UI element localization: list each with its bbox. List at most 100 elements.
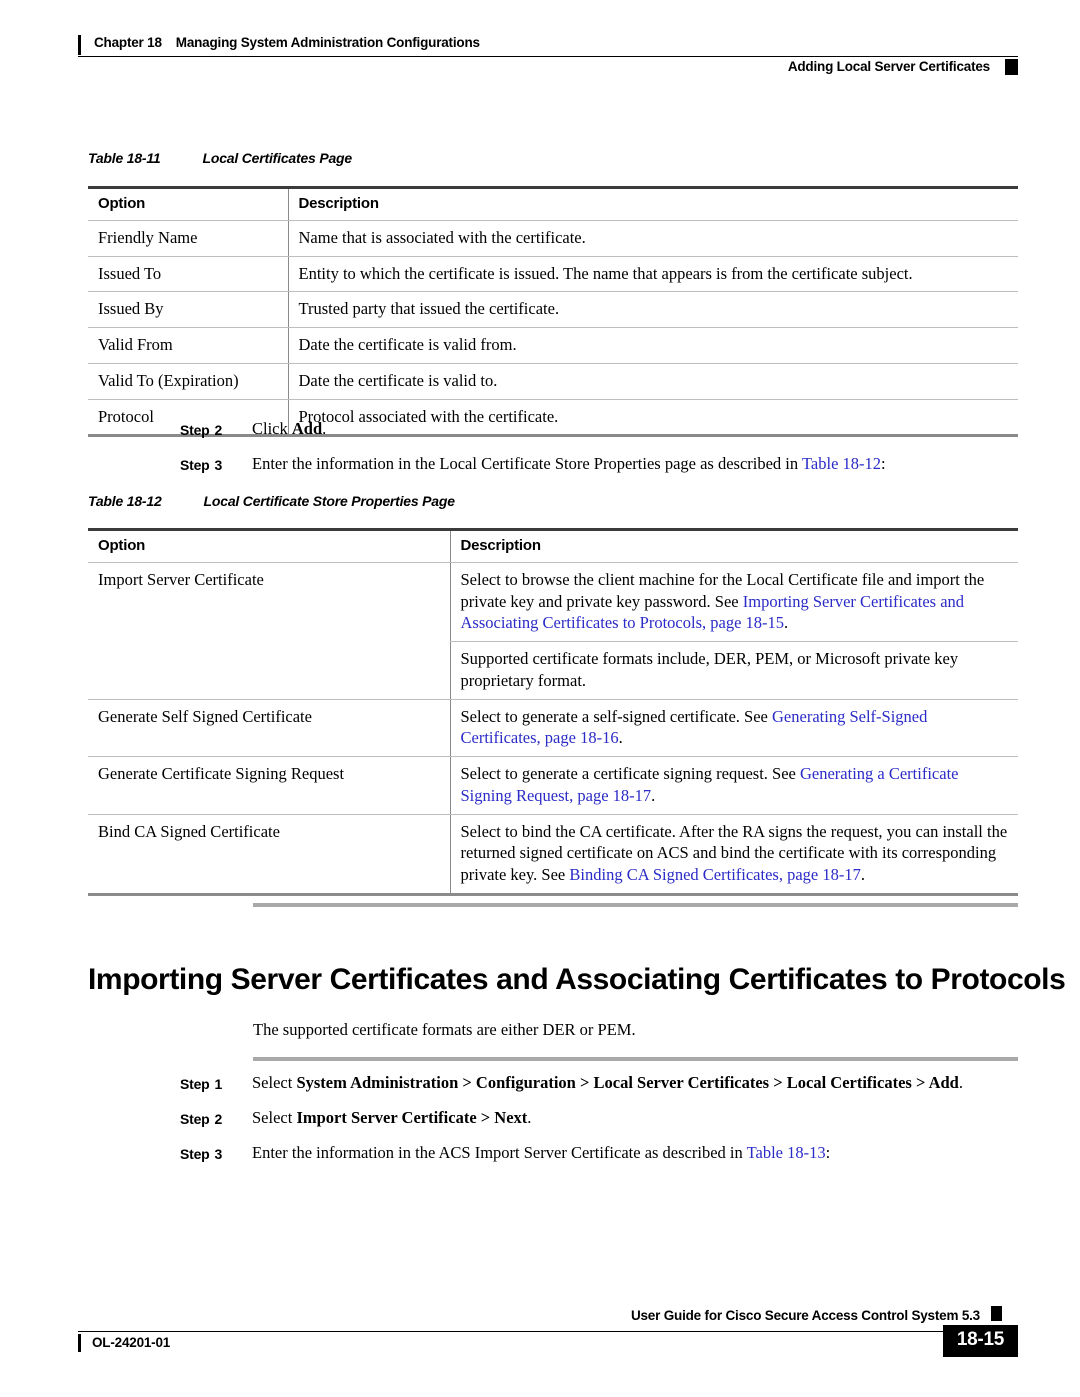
document-page: Chapter 18 Managing System Administration… bbox=[0, 0, 1080, 1397]
cell-description: Date the certificate is valid from. bbox=[287, 327, 1018, 364]
cell-description: Select to generate a certificate signing… bbox=[449, 756, 1018, 815]
cell-text-tail: . bbox=[784, 613, 789, 633]
column-header-option: Option bbox=[88, 186, 288, 221]
cell-option: Generate Certificate Signing Request bbox=[88, 756, 450, 815]
footer-marker-square bbox=[991, 1306, 1002, 1321]
cell-option: Friendly Name bbox=[88, 220, 288, 257]
step-text: Select System Administration > Configura… bbox=[252, 1072, 1018, 1094]
cross-reference-link-table-18-12[interactable]: Table 18-12 bbox=[802, 454, 881, 473]
table-row: Generate Self Signed Certificate Select … bbox=[88, 699, 1018, 758]
step-label: Step 1 bbox=[180, 1072, 252, 1094]
step-number: 2 bbox=[214, 422, 223, 438]
cell-description: Select to browse the client machine for … bbox=[449, 562, 1018, 643]
table-row: Generate Certificate Signing Request Sel… bbox=[88, 756, 1018, 815]
cell-option: Bind CA Signed Certificate bbox=[88, 814, 450, 896]
table-row: Issued To Entity to which the certificat… bbox=[88, 256, 1018, 293]
table-row: Supported certificate formats include, D… bbox=[88, 641, 1018, 700]
step-number: 3 bbox=[214, 456, 223, 473]
cross-reference-link-table-18-13[interactable]: Table 18-13 bbox=[747, 1143, 826, 1162]
step-word: Step bbox=[180, 422, 210, 438]
table-row: Issued By Trusted party that issued the … bbox=[88, 291, 1018, 329]
step-text-before: Enter the information in the ACS Import … bbox=[252, 1142, 747, 1162]
step-row: Step 3 Enter the information in the Local… bbox=[180, 453, 1018, 475]
cell-text-tail: . bbox=[860, 865, 865, 885]
column-header-option: Option bbox=[88, 528, 450, 563]
table-row: Bind CA Signed Certificate Select to bin… bbox=[88, 814, 1018, 896]
cell-description: Date the certificate is valid to. bbox=[287, 363, 1018, 400]
step-text: Click Add. bbox=[252, 418, 1018, 440]
header-rule bbox=[78, 56, 1018, 57]
table-row: Valid To (Expiration) Date the certifica… bbox=[88, 363, 1018, 400]
cell-option: Issued To bbox=[88, 256, 288, 293]
steps-block-bottom: Step 1 Select System Administration > Con… bbox=[180, 1072, 1018, 1177]
cell-text: Select to generate a self-signed certifi… bbox=[460, 706, 773, 726]
step-number: 1 bbox=[214, 1076, 223, 1092]
cell-description: Select to generate a self-signed certifi… bbox=[449, 699, 1018, 758]
step-text: Enter the information in the ACS Import … bbox=[252, 1142, 1018, 1164]
step-text-before: Select bbox=[252, 1107, 297, 1127]
table-header-row: Option Description bbox=[88, 528, 1018, 563]
cell-text-tail: . bbox=[651, 785, 656, 805]
header-marker-square bbox=[1005, 59, 1018, 75]
step-row: Step 1 Select System Administration > Con… bbox=[180, 1072, 1018, 1094]
table-header-row: Option Description bbox=[88, 186, 1018, 221]
cell-description: Select to bind the CA certificate. After… bbox=[449, 814, 1018, 896]
table-18-12-caption-title: Local Certificate Store Properties Page bbox=[203, 493, 455, 509]
step-text-before: Click bbox=[252, 419, 292, 438]
table-row: Import Server Certificate Select to brow… bbox=[88, 562, 1018, 643]
step-text-bold: Add bbox=[291, 419, 323, 438]
section-divider-rule bbox=[253, 903, 1018, 907]
step-label: Step 3 bbox=[180, 453, 252, 475]
step-text-before: Select bbox=[252, 1073, 297, 1092]
step-row: Step 2 Click Add. bbox=[180, 418, 1018, 440]
step-label: Step 3 bbox=[180, 1142, 252, 1164]
step-word: Step bbox=[180, 1145, 210, 1162]
column-header-description: Description bbox=[449, 528, 1018, 563]
cell-option: Valid To (Expiration) bbox=[88, 363, 288, 400]
table-18-12-caption: Table 18-12 Local Certificate Store Prope… bbox=[88, 493, 455, 509]
step-text-after: . bbox=[322, 419, 327, 438]
section-intro-text: The supported certificate formats are ei… bbox=[253, 1020, 636, 1039]
cell-description: Trusted party that issued the certificat… bbox=[287, 291, 1018, 329]
page-footer: User Guide for Cisco Secure Access Contr… bbox=[78, 1306, 1018, 1378]
step-text: Enter the information in the Local Certi… bbox=[252, 453, 1018, 475]
header-chapter-title: Managing System Administration Configura… bbox=[175, 35, 480, 50]
steps-divider-rule bbox=[253, 1057, 1018, 1061]
step-text-bold: Import Server Certificate > Next bbox=[296, 1107, 528, 1127]
cell-description: Name that is associated with the certifi… bbox=[287, 220, 1018, 257]
header-chapter: Chapter 18 Managing System Administration… bbox=[94, 35, 480, 50]
footer-rule bbox=[78, 1331, 1018, 1332]
step-row: Step 3 Enter the information in the ACS I… bbox=[180, 1142, 1018, 1164]
step-word: Step bbox=[180, 1076, 210, 1092]
steps-block-mid: Step 2 Click Add. Step 3 Enter the informa… bbox=[180, 418, 1018, 488]
step-number: 2 bbox=[214, 1110, 223, 1127]
cross-reference-link-binding-ca-signed-certificates[interactable]: Binding CA Signed Certificates, page 18-… bbox=[569, 865, 860, 884]
cell-text-tail: . bbox=[618, 728, 623, 748]
cell-option: Issued By bbox=[88, 291, 288, 329]
running-header: Chapter 18 Managing System Administration… bbox=[78, 33, 1018, 79]
header-margin-tick bbox=[78, 35, 81, 55]
footer-page-number: 18-15 bbox=[942, 1325, 1018, 1357]
cell-option: Valid From bbox=[88, 327, 288, 364]
step-text-after: . bbox=[958, 1073, 963, 1092]
step-text: Select Import Server Certificate > Next. bbox=[252, 1107, 1018, 1129]
cell-text: Select to generate a certificate signing… bbox=[460, 764, 800, 784]
step-word: Step bbox=[180, 1110, 210, 1127]
table-18-11-caption: Table 18-11 Local Certificates Page bbox=[88, 150, 352, 166]
step-text-after: : bbox=[881, 453, 886, 473]
cell-option: Import Server Certificate bbox=[98, 569, 264, 589]
cell-option bbox=[88, 641, 450, 700]
table-18-12: Option Description Import Server Certifi… bbox=[88, 528, 1018, 896]
table-18-11-caption-title: Local Certificates Page bbox=[202, 150, 353, 166]
footer-guide-title: User Guide for Cisco Secure Access Contr… bbox=[630, 1308, 980, 1323]
column-header-description: Description bbox=[287, 186, 1018, 221]
step-text-after: : bbox=[825, 1142, 831, 1162]
table-row: Valid From Date the certificate is valid… bbox=[88, 327, 1018, 364]
step-number: 3 bbox=[214, 1145, 223, 1162]
step-row: Step 2 Select Import Server Certificate >… bbox=[180, 1107, 1018, 1129]
table-18-12-caption-label: Table 18-12 bbox=[88, 493, 162, 509]
footer-document-id: OL-24201-01 bbox=[92, 1335, 171, 1350]
step-text-bold: System Administration > Configuration > … bbox=[296, 1073, 959, 1092]
table-18-11-caption-label: Table 18-11 bbox=[88, 150, 161, 166]
page-title: Importing Server Certificates and Associ… bbox=[88, 963, 1066, 996]
